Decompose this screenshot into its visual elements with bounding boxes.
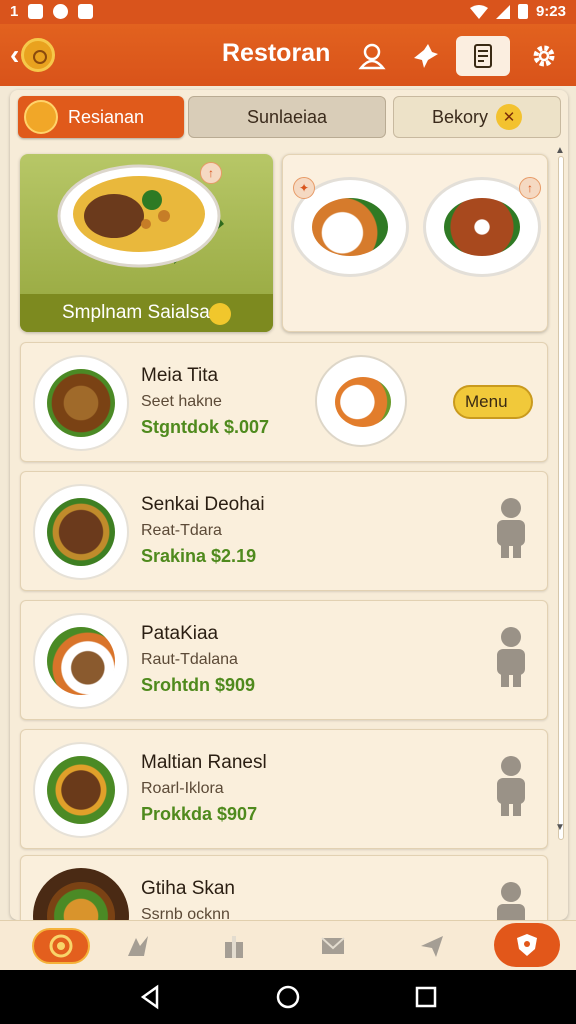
- wifi-icon: [469, 4, 488, 19]
- nav-messages[interactable]: [305, 925, 361, 967]
- menu-book-button[interactable]: [456, 36, 510, 76]
- tab-label: Bekory: [431, 106, 489, 127]
- featured-card[interactable]: ↑ Smplnam Saialsa: [20, 154, 273, 332]
- list-item[interactable]: Gtiha Skan Ssrnb ocknn: [20, 855, 548, 920]
- item-name: Maltian Ranesl: [141, 752, 267, 773]
- image-notification-icon: [28, 4, 44, 19]
- list-item[interactable]: Meia Tita Seet hakne Stgntdok $.007 Menu: [20, 342, 548, 462]
- food-bowl-image: [57, 164, 224, 268]
- tag-icon: ✦: [293, 177, 315, 199]
- battery-icon: [517, 4, 528, 19]
- location-pin-icon: ✕: [496, 104, 523, 130]
- scroll-down-icon[interactable]: ▼: [555, 822, 565, 833]
- back-button[interactable]: ‹: [10, 37, 66, 73]
- item-price: Prokkda $907: [141, 804, 258, 824]
- restaurant-badge-icon: [24, 100, 58, 134]
- list-item[interactable]: Senkai Deohai Reat-Tdara Srakina $2.19: [20, 471, 548, 591]
- food-plate-image: [315, 355, 407, 447]
- settings-button[interactable]: [524, 36, 564, 76]
- item-description: Ssrnb ocknn: [141, 906, 230, 920]
- item-description: Seet hakne: [141, 393, 222, 410]
- food-thumbnail: [33, 613, 129, 709]
- gear-icon: [533, 45, 555, 67]
- menu-button[interactable]: Menu: [453, 385, 533, 419]
- nav-home[interactable]: [32, 928, 90, 964]
- tab-bakery[interactable]: Bekory ✕: [393, 96, 561, 138]
- menu-book-icon: [474, 44, 492, 68]
- tab-restaurant[interactable]: Resianan: [18, 96, 184, 138]
- food-thumbnail: [33, 742, 129, 838]
- profile-button[interactable]: [352, 36, 392, 76]
- item-price: Stgntdok $.007: [141, 417, 270, 437]
- nav-send[interactable]: [404, 925, 460, 967]
- featured-card-secondary[interactable]: ✦ ↑: [282, 154, 548, 332]
- restaurant-logo-icon: [21, 38, 56, 72]
- item-name: Gtiha Skan: [141, 878, 235, 899]
- item-description: Reat-Tdara: [141, 522, 222, 539]
- status-bar: 1 9:23: [0, 0, 576, 24]
- app-title: Restoran: [222, 39, 331, 67]
- food-thumbnail: [33, 868, 129, 920]
- recents-square-icon[interactable]: [413, 984, 439, 1010]
- item-name: Senkai Deohai: [141, 494, 265, 515]
- explore-icon: [128, 936, 148, 956]
- tab-label: Resianan: [68, 106, 145, 127]
- item-price: Srakina $2.19: [141, 546, 257, 566]
- item-price: Srohtdn $909: [141, 675, 256, 695]
- mail-icon: [321, 937, 345, 954]
- food-thumbnail: [33, 355, 129, 451]
- back-triangle-icon[interactable]: [137, 984, 163, 1010]
- bottom-nav: [0, 920, 576, 970]
- item-description: Roarl-Iklora: [141, 780, 224, 797]
- list-item[interactable]: Maltian Ranesl Roarl-Iklora Prokkda $907: [20, 729, 548, 849]
- list-item[interactable]: PataKiaa Raut-Tdalana Srohtdn $909: [20, 600, 548, 720]
- restaurant-icon: [49, 934, 73, 958]
- gift-icon: [225, 936, 243, 958]
- send-icon: [421, 936, 443, 957]
- food-thumbnail: [33, 484, 129, 580]
- flower-icon: [209, 303, 231, 325]
- user-icon: [358, 43, 386, 70]
- favorite-badge-icon[interactable]: ↑: [519, 177, 541, 199]
- person-icon[interactable]: [491, 754, 531, 818]
- item-name: PataKiaa: [141, 623, 219, 644]
- clock: 9:23: [535, 3, 566, 20]
- nav-gifts[interactable]: [206, 925, 262, 967]
- item-description: Raut-Tdalana: [141, 651, 238, 668]
- signal-icon: [495, 4, 510, 19]
- system-nav-bar: [0, 970, 576, 1024]
- app-notification-icon: [78, 4, 94, 19]
- shield-notification-icon: [53, 4, 69, 19]
- content-frame: Resianan Sunlaeiaa Bekory ✕ ↑ Smplnam Sa…: [10, 90, 568, 920]
- nav-explore[interactable]: [110, 925, 166, 967]
- tab-second[interactable]: Sunlaeiaa: [188, 96, 386, 138]
- app-bar: ‹ Restoran: [0, 24, 576, 86]
- featured-caption-text: Smplnam Saialsa: [62, 302, 210, 323]
- shield-icon: [517, 934, 537, 956]
- person-icon[interactable]: [491, 880, 531, 920]
- scroll-up-icon[interactable]: ▲: [555, 145, 565, 156]
- person-icon[interactable]: [491, 496, 531, 560]
- share-button[interactable]: [406, 36, 446, 76]
- nav-profile[interactable]: [494, 923, 560, 967]
- featured-caption: Smplnam Saialsa: [20, 294, 273, 332]
- home-circle-icon[interactable]: [275, 984, 301, 1010]
- tab-label: Sunlaeiaa: [246, 106, 328, 127]
- favorite-badge-icon[interactable]: ↑: [200, 162, 222, 184]
- chevron-left-icon: ‹: [10, 39, 20, 70]
- person-icon[interactable]: [491, 625, 531, 689]
- notification-count: 1: [10, 3, 19, 20]
- scrollbar[interactable]: [558, 156, 564, 840]
- item-name: Meia Tita: [141, 365, 219, 386]
- share-icon: [414, 44, 438, 68]
- menu-button-label: Menu: [465, 392, 508, 411]
